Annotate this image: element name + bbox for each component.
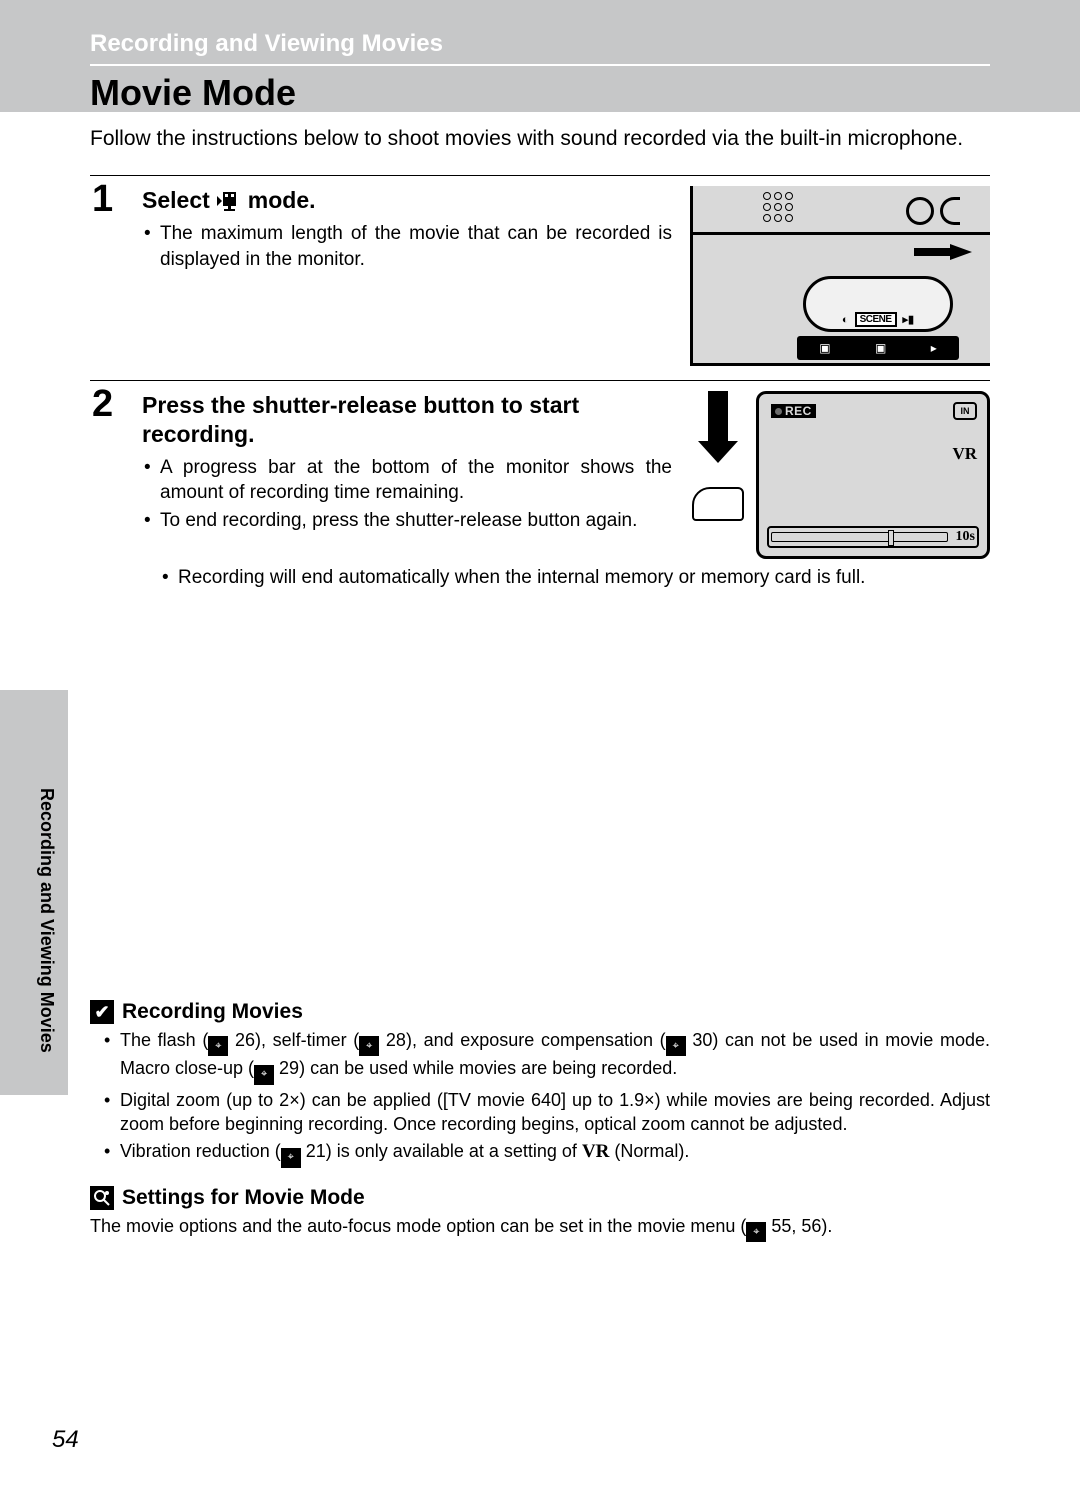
- content: Follow the instructions below to shoot m…: [90, 125, 990, 593]
- internal-memory-icon: IN: [953, 402, 977, 420]
- step-1-heading: Select mode.: [142, 186, 672, 215]
- vr-icon: VR: [952, 444, 977, 464]
- mode-dial-window: ◐ SCENE ▸▮: [803, 276, 953, 332]
- note-bullet: The flash (⌖ 26), self-timer (⌖ 28), and…: [120, 1028, 990, 1085]
- step-1: 1 Select mode.: [90, 176, 990, 380]
- scene-label: SCENE: [855, 312, 897, 327]
- page-title: Movie Mode: [90, 72, 296, 114]
- step-2-bullet: A progress bar at the bottom of the moni…: [160, 455, 672, 506]
- notes-section: ✔ Recording Movies The flash (⌖ 26), sel…: [90, 1000, 990, 1242]
- power-switch-icon: [906, 196, 978, 226]
- speaker-dots-icon: [763, 192, 793, 222]
- side-tab: [0, 690, 68, 1095]
- page-ref-icon: ⌖: [666, 1036, 686, 1056]
- page-ref-icon: ⌖: [208, 1036, 228, 1056]
- checkmark-icon: ✔: [90, 1000, 114, 1024]
- note-bullet: Digital zoom (up to 2×) can be applied (…: [120, 1088, 990, 1137]
- step-2-heading: Press the shutter-release button to star…: [142, 391, 672, 449]
- note-bullet: Vibration reduction (⌖ 21) is only avail…: [120, 1139, 990, 1167]
- settings-info-icon: [90, 1186, 114, 1210]
- section-label: Recording and Viewing Movies: [90, 30, 990, 66]
- step-2-wide-bullets: Recording will end automatically when th…: [90, 565, 990, 591]
- step-number: 1: [92, 178, 113, 221]
- slide-arrow-icon: [950, 244, 972, 260]
- intro-paragraph: Follow the instructions below to shoot m…: [90, 125, 990, 153]
- step-2-bullet: To end recording, press the shutter-rele…: [160, 508, 672, 534]
- time-remaining: 10s: [956, 529, 975, 545]
- page-ref-icon: ⌖: [254, 1065, 274, 1085]
- vr-icon: VR: [582, 1141, 609, 1162]
- note-heading-recording: ✔ Recording Movies: [90, 1000, 990, 1024]
- page-number: 54: [52, 1426, 79, 1454]
- step-2: 2 Press the shutter-release button to st…: [90, 381, 990, 573]
- page-ref-icon: ⌖: [746, 1222, 766, 1242]
- side-tab-label: Recording and Viewing Movies: [36, 788, 57, 1053]
- progress-bar: 10s: [767, 526, 979, 548]
- mode-dial-strip-icon: ▣▣▸: [797, 336, 959, 360]
- shutter-and-monitor-illustration: REC IN VR 10s: [690, 391, 990, 559]
- movie-mode-icon: [216, 190, 242, 212]
- step-number: 2: [92, 383, 113, 426]
- note-title: Recording Movies: [122, 1000, 303, 1024]
- page-ref-icon: ⌖: [359, 1036, 379, 1056]
- rec-indicator: REC: [771, 404, 816, 418]
- note-heading-settings: Settings for Movie Mode: [90, 1186, 990, 1210]
- page-ref-icon: ⌖: [281, 1148, 301, 1168]
- camera-top-illustration: ◐ SCENE ▸▮ ▣▣▸: [690, 186, 990, 366]
- note-settings-text: The movie options and the auto-focus mod…: [90, 1214, 990, 1242]
- heading-text-after: mode.: [248, 186, 316, 215]
- step-1-bullet: The maximum length of the movie that can…: [160, 221, 672, 272]
- note-title: Settings for Movie Mode: [122, 1186, 365, 1210]
- step-2-bullet: Recording will end automatically when th…: [178, 565, 990, 591]
- press-shutter-icon: [690, 391, 750, 521]
- camera-monitor: REC IN VR 10s: [756, 391, 990, 559]
- heading-text-before: Select: [142, 186, 210, 215]
